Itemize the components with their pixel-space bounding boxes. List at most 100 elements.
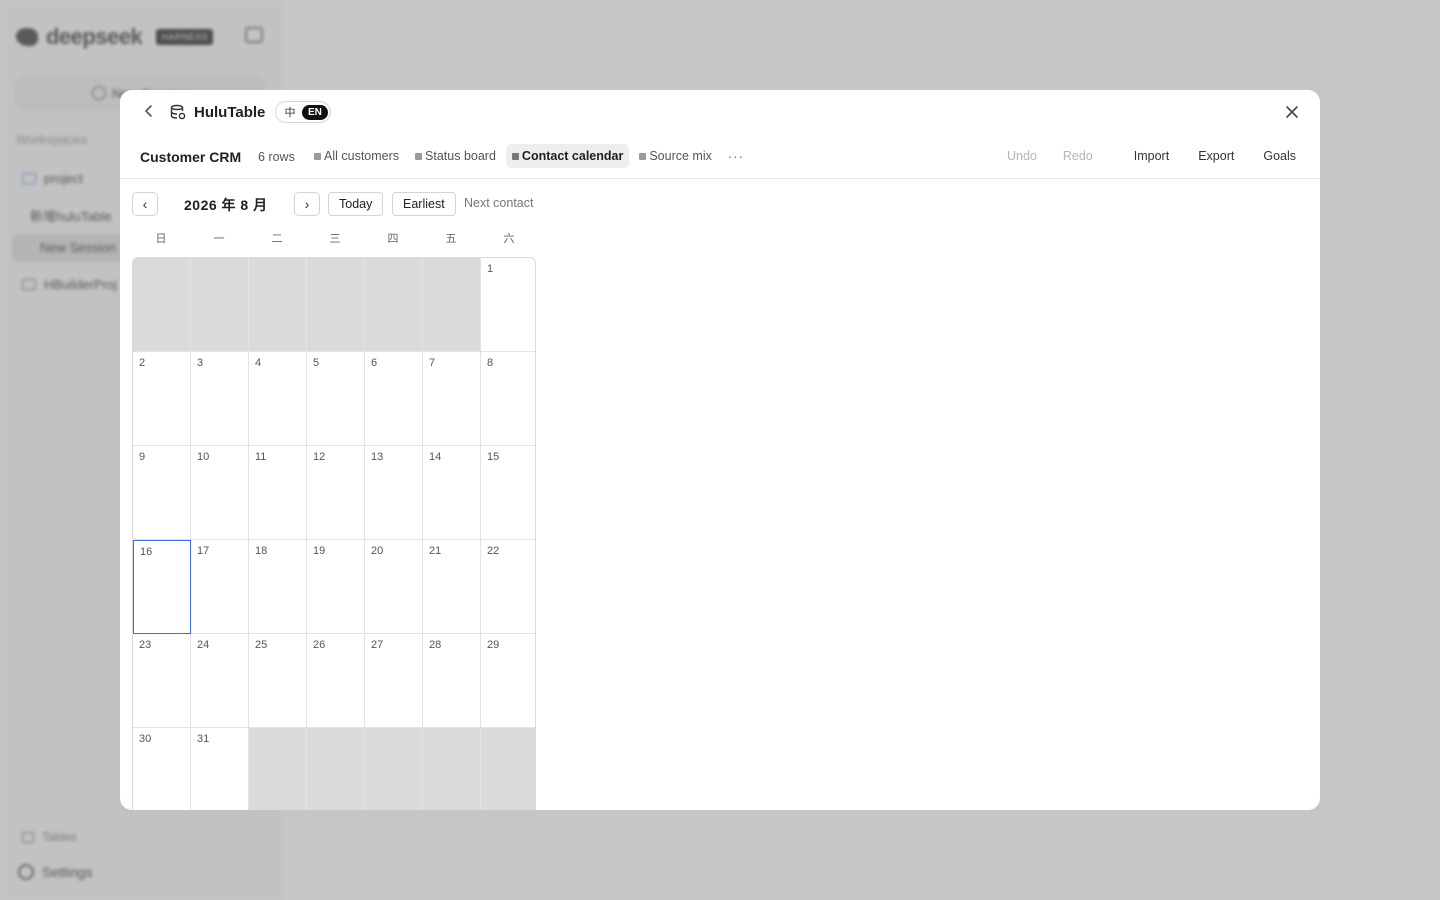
calendar-day-cell[interactable]: 7 <box>423 352 481 446</box>
close-icon <box>1286 106 1298 118</box>
plus-circle-icon <box>92 86 107 100</box>
weekday-label: 三 <box>329 233 341 245</box>
calendar-day-cell[interactable]: 29 <box>481 634 535 728</box>
calendar-day-cell[interactable]: 11 <box>249 446 307 540</box>
background-tables-item: Tables <box>22 830 77 844</box>
calendar-day-cell[interactable]: 13 <box>365 446 423 540</box>
background-active-session-item: New Session <box>40 240 116 255</box>
lang-en-option[interactable]: EN <box>302 104 328 120</box>
gear-icon <box>18 864 34 880</box>
calendar-day-cell[interactable]: 8 <box>481 352 535 446</box>
calendar-empty-cell <box>365 728 423 810</box>
day-number: 14 <box>429 451 442 463</box>
day-number: 20 <box>371 545 384 557</box>
undo-button[interactable]: Undo <box>1007 149 1037 163</box>
view-tabs: All customers Status board Contact calen… <box>308 144 750 168</box>
calendar-day-cell[interactable]: 25 <box>249 634 307 728</box>
calendar-day-cell[interactable]: 12 <box>307 446 365 540</box>
tab-label: Source mix <box>649 149 712 163</box>
tab-status-board[interactable]: Status board <box>409 144 502 168</box>
day-number: 29 <box>487 639 500 651</box>
calendar-day-cell[interactable]: 26 <box>307 634 365 728</box>
next-month-button[interactable]: › <box>294 192 320 216</box>
calendar-day-cell[interactable]: 27 <box>365 634 423 728</box>
calendar-day-cell[interactable]: 4 <box>249 352 307 446</box>
calendar-day-cell[interactable]: 30 <box>133 728 191 810</box>
calendar-day-cell[interactable]: 22 <box>481 540 535 634</box>
earliest-button[interactable]: Earliest <box>392 192 456 216</box>
modal-title: HuluTable <box>194 104 266 121</box>
calendar-day-cell[interactable]: 15 <box>481 446 535 540</box>
month-label: 2026 年 8 月 <box>184 197 268 213</box>
calendar-day-cell[interactable]: 14 <box>423 446 481 540</box>
calendar-day-cell[interactable]: 18 <box>249 540 307 634</box>
goals-button[interactable]: Goals <box>1263 149 1296 163</box>
tab-all-customers[interactable]: All customers <box>308 144 405 168</box>
day-number: 18 <box>255 545 268 557</box>
chevron-left-icon <box>145 105 152 117</box>
more-views-button[interactable]: ··· <box>722 149 750 164</box>
day-number: 9 <box>139 451 146 463</box>
next-contact-label: Next contact <box>464 196 534 210</box>
calendar-day-cell[interactable]: 3 <box>191 352 249 446</box>
calendar-empty-cell <box>249 258 307 352</box>
today-button[interactable]: Today <box>328 192 384 216</box>
calendar-empty-cell <box>307 728 365 810</box>
weekday-label: 六 <box>503 233 515 245</box>
calendar-day-cell[interactable]: 24 <box>191 634 249 728</box>
calendar-empty-cell <box>423 258 481 352</box>
tab-source-mix[interactable]: Source mix <box>633 144 718 168</box>
calendar-empty-cell <box>191 258 249 352</box>
calendar-day-cell[interactable]: 5 <box>307 352 365 446</box>
day-number: 31 <box>197 733 210 745</box>
prev-month-button[interactable]: ‹ <box>132 192 158 216</box>
database-icon <box>170 104 186 120</box>
close-button[interactable] <box>1282 102 1302 122</box>
background-active-session-label: New Session <box>40 240 116 255</box>
import-button[interactable]: Import <box>1134 149 1169 163</box>
calendar-day-cell[interactable]: 19 <box>307 540 365 634</box>
day-number: 8 <box>487 357 494 369</box>
grid-view-icon <box>314 152 321 160</box>
calendar-day-cell[interactable]: 31 <box>191 728 249 810</box>
language-toggle[interactable]: 中 EN <box>275 101 331 123</box>
day-number: 26 <box>313 639 326 651</box>
calendar-day-cell[interactable]: 2 <box>133 352 191 446</box>
redo-button[interactable]: Redo <box>1063 149 1093 163</box>
calendar-day-cell[interactable]: 17 <box>191 540 249 634</box>
whale-logo-icon <box>16 28 38 46</box>
day-number: 22 <box>487 545 500 557</box>
calendar-day-cell[interactable]: 20 <box>365 540 423 634</box>
chart-view-icon <box>639 152 647 160</box>
tab-label: All customers <box>324 149 400 163</box>
day-number: 3 <box>197 357 204 369</box>
day-number: 16 <box>140 546 153 558</box>
day-number: 28 <box>429 639 442 651</box>
calendar-day-cell[interactable]: 16 <box>133 540 191 634</box>
calendar-day-cell[interactable]: 1 <box>481 258 535 352</box>
modal-header: HuluTable 中 EN <box>120 90 1320 134</box>
tab-contact-calendar[interactable]: Contact calendar <box>505 144 630 168</box>
day-number: 11 <box>255 451 267 463</box>
day-number: 27 <box>371 639 384 651</box>
lang-zh-option[interactable]: 中 <box>282 104 298 120</box>
day-number: 23 <box>139 639 152 651</box>
calendar-controls: ‹ 2026 年 8 月 › Today Earliest Next conta… <box>132 192 552 216</box>
calendar-day-cell[interactable]: 21 <box>423 540 481 634</box>
day-number: 17 <box>197 545 210 557</box>
calendar-empty-cell <box>481 728 535 810</box>
calendar-day-cell[interactable]: 28 <box>423 634 481 728</box>
back-button[interactable] <box>140 102 158 122</box>
day-number: 2 <box>139 357 146 369</box>
background-settings-item: Settings <box>18 864 93 880</box>
calendar-empty-cell <box>249 728 307 810</box>
export-button[interactable]: Export <box>1198 149 1234 163</box>
calendar-day-cell[interactable]: 6 <box>365 352 423 446</box>
calendar-day-cell[interactable]: 9 <box>133 446 191 540</box>
calendar-day-cell[interactable]: 23 <box>133 634 191 728</box>
weekday-label: 四 <box>387 233 399 245</box>
calendar-day-cell[interactable]: 10 <box>191 446 249 540</box>
toolbar-actions: Undo Redo Import Export Goals <box>1007 149 1296 163</box>
board-view-icon <box>415 152 423 160</box>
weekday-label: 一 <box>213 233 225 245</box>
